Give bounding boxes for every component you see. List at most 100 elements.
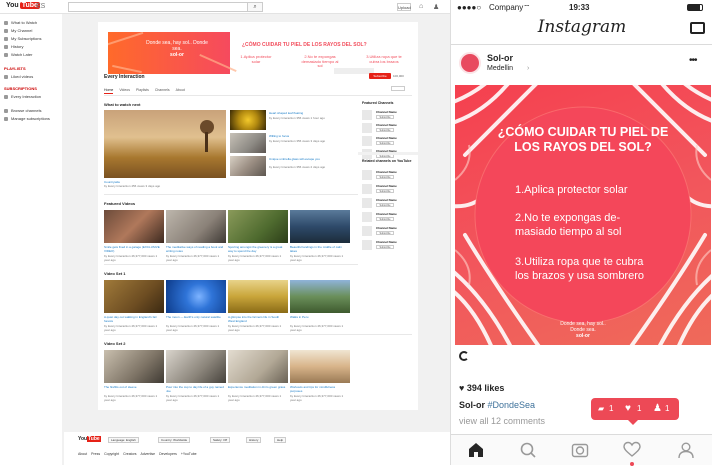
video-thumbnail[interactable] — [166, 350, 226, 383]
subscribe-button[interactable]: Subscribe — [369, 73, 391, 79]
video-thumbnail[interactable] — [228, 280, 288, 313]
video-thumbnail-side-1[interactable] — [230, 110, 266, 130]
sidebar-item-browse-channels[interactable]: Browse channels — [4, 108, 41, 113]
sidebar-item-watch-later[interactable]: Watch Later — [4, 52, 32, 57]
language-button[interactable]: Language: English — [108, 437, 139, 443]
sidebar-item-history[interactable]: History — [4, 44, 23, 49]
footer-logo[interactable]: YouTube — [78, 436, 101, 442]
video-thumbnail[interactable] — [166, 280, 226, 313]
sidebar-item-liked-videos[interactable]: Liked videos — [4, 74, 33, 79]
video-thumbnail-side-3[interactable] — [230, 156, 266, 176]
video-thumbnail[interactable] — [166, 210, 226, 243]
video-title[interactable]: Sporting amongst the greenery is a great… — [228, 245, 286, 253]
video-thumbnail[interactable] — [290, 350, 350, 383]
video-title[interactable]: Smile gets fixed in a garage (EXCLUSIVE … — [104, 245, 162, 253]
safety-button[interactable]: Safety: Off — [210, 437, 231, 443]
search-input[interactable] — [68, 2, 248, 12]
camera-icon[interactable] — [571, 441, 589, 459]
subscribe-button[interactable]: Subscribe — [376, 231, 394, 235]
channel-search-input[interactable] — [391, 86, 405, 91]
subscribe-button[interactable]: Subscribe — [376, 217, 394, 221]
country-button[interactable]: Country: Worldwide — [158, 437, 191, 443]
tab-playlists[interactable]: Playlists — [136, 88, 149, 92]
channel-list-item[interactable]: Channel Name Subscribe — [362, 169, 414, 181]
video-title-side-3[interactable]: Unique umbrella glass will escape you — [269, 157, 353, 161]
video-thumbnail[interactable] — [228, 210, 288, 243]
tab-channels[interactable]: Channels — [155, 88, 170, 92]
footer-link[interactable]: +YouTube — [181, 452, 197, 456]
channel-list-item[interactable]: Channel Name Subscribe — [362, 211, 414, 223]
footer-link[interactable]: Developers — [159, 452, 177, 456]
video-thumbnail-main[interactable] — [104, 110, 226, 178]
footer-link[interactable]: About — [78, 452, 87, 456]
video-title[interactable]: A glimpse into the farmers life in South… — [228, 315, 286, 323]
upload-button[interactable]: Upload — [397, 3, 411, 11]
profile-icon[interactable] — [677, 441, 695, 459]
video-thumbnail[interactable] — [228, 350, 288, 383]
avatar[interactable] — [459, 52, 481, 74]
subscribe-button[interactable]: Subscribe — [376, 141, 394, 145]
video-thumbnail[interactable] — [104, 210, 164, 243]
footer-link[interactable]: Creators — [123, 452, 136, 456]
sidebar-item-every-interaction[interactable]: Every Interaction — [4, 94, 41, 99]
video-title[interactable]: The fireflits out of sleeve — [104, 385, 162, 389]
youtube-logo[interactable]: You Tube — [6, 2, 40, 9]
video-title[interactable]: A quiet day out walking in England's fai… — [104, 315, 162, 323]
post-username[interactable]: Sol-or — [487, 53, 513, 63]
channel-list-item[interactable]: Channel Name Subscribe — [362, 225, 414, 237]
tab-about[interactable]: About — [176, 88, 185, 92]
channel-list-item[interactable]: Channel Name Subscribe — [362, 135, 414, 147]
activity-heart-icon[interactable] — [623, 441, 641, 459]
sidebar-item-what-to-watch[interactable]: What to Watch — [4, 20, 37, 25]
video-title-side-2[interactable]: Willing to focus — [269, 134, 353, 138]
subscribe-button[interactable]: Subscribe — [376, 115, 394, 119]
likes-count[interactable]: ♥ 394 likes — [459, 383, 504, 393]
view-comments-link[interactable]: view all 12 comments — [459, 416, 545, 426]
more-options-icon[interactable]: ••• — [689, 55, 697, 66]
footer-link[interactable]: Advertise — [141, 452, 156, 456]
caption-username[interactable]: Sol-or — [459, 400, 485, 410]
help-button[interactable]: Help — [274, 437, 287, 443]
video-thumbnail[interactable] — [104, 280, 164, 313]
video-thumbnail[interactable] — [290, 210, 350, 243]
channel-list-item[interactable]: Channel Name Subscribe — [362, 109, 414, 121]
sidebar-item-my-channel[interactable]: My Channel — [4, 28, 32, 33]
video-title[interactable]: Beautiful landings in the middle of calm… — [290, 245, 348, 253]
subscribe-button[interactable]: Subscribe — [376, 189, 394, 193]
post-location[interactable]: Medellin — [487, 65, 513, 72]
footer-link[interactable]: Press — [91, 452, 100, 456]
video-title[interactable]: Walks in Peru — [290, 315, 348, 319]
video-thumbnail[interactable] — [104, 350, 164, 383]
history-button[interactable]: History — [246, 437, 262, 443]
video-title[interactable]: The moon — Earth's only natural satellit… — [166, 315, 224, 319]
sidebar-item-manage-subscriptions[interactable]: Manage subscriptions — [4, 116, 50, 121]
search-button[interactable]: ⌕ — [247, 2, 263, 12]
video-thumbnail-side-2[interactable] — [230, 133, 266, 153]
subscribe-button[interactable]: Subscribe — [376, 245, 394, 249]
video-title[interactable]: The meditative ways of reading a book an… — [166, 245, 224, 253]
tab-videos[interactable]: Videos — [119, 88, 130, 92]
channel-list-item[interactable]: Channel Name Subscribe — [362, 122, 414, 134]
home-icon[interactable] — [467, 441, 485, 459]
video-title-side-1[interactable]: Heart shaped leaf floating — [269, 111, 353, 115]
footer-link[interactable]: Copyright — [104, 452, 119, 456]
video-thumbnail[interactable] — [290, 280, 350, 313]
subscribe-button[interactable]: Subscribe — [376, 128, 394, 132]
inbox-icon[interactable] — [690, 22, 705, 34]
search-icon[interactable] — [519, 441, 537, 459]
activity-notification[interactable]: ▰ 1 ♥ 1 ♟ 1 — [591, 398, 679, 420]
video-title[interactable]: Pour into the cup to day life of a guy n… — [166, 385, 224, 393]
caption-hashtag[interactable]: #DondeSea — [488, 400, 536, 410]
subscribe-button[interactable]: Subscribe — [376, 175, 394, 179]
account-icon[interactable]: ♟ — [433, 3, 439, 11]
subscribe-button[interactable]: Subscribe — [376, 203, 394, 207]
channel-list-item[interactable]: Channel Name Subscribe — [362, 183, 414, 195]
video-title[interactable]: Experience meditation in dim's green gra… — [228, 385, 286, 389]
tab-home[interactable]: Home — [104, 88, 114, 94]
video-title[interactable]: Workouts and tips for mindfulness purpos… — [290, 385, 348, 393]
post-image[interactable]: ¿CÓMO CUIDAR TU PIEL DE LOS RAYOS DEL SO… — [455, 85, 711, 345]
channel-list-item[interactable]: Channel Name Subscribe — [362, 197, 414, 209]
notifications-icon[interactable]: ⌂ — [419, 3, 423, 10]
sidebar-item-subscriptions[interactable]: My Subscriptions — [4, 36, 41, 41]
channel-list-item[interactable]: Channel Name Subscribe — [362, 239, 414, 251]
